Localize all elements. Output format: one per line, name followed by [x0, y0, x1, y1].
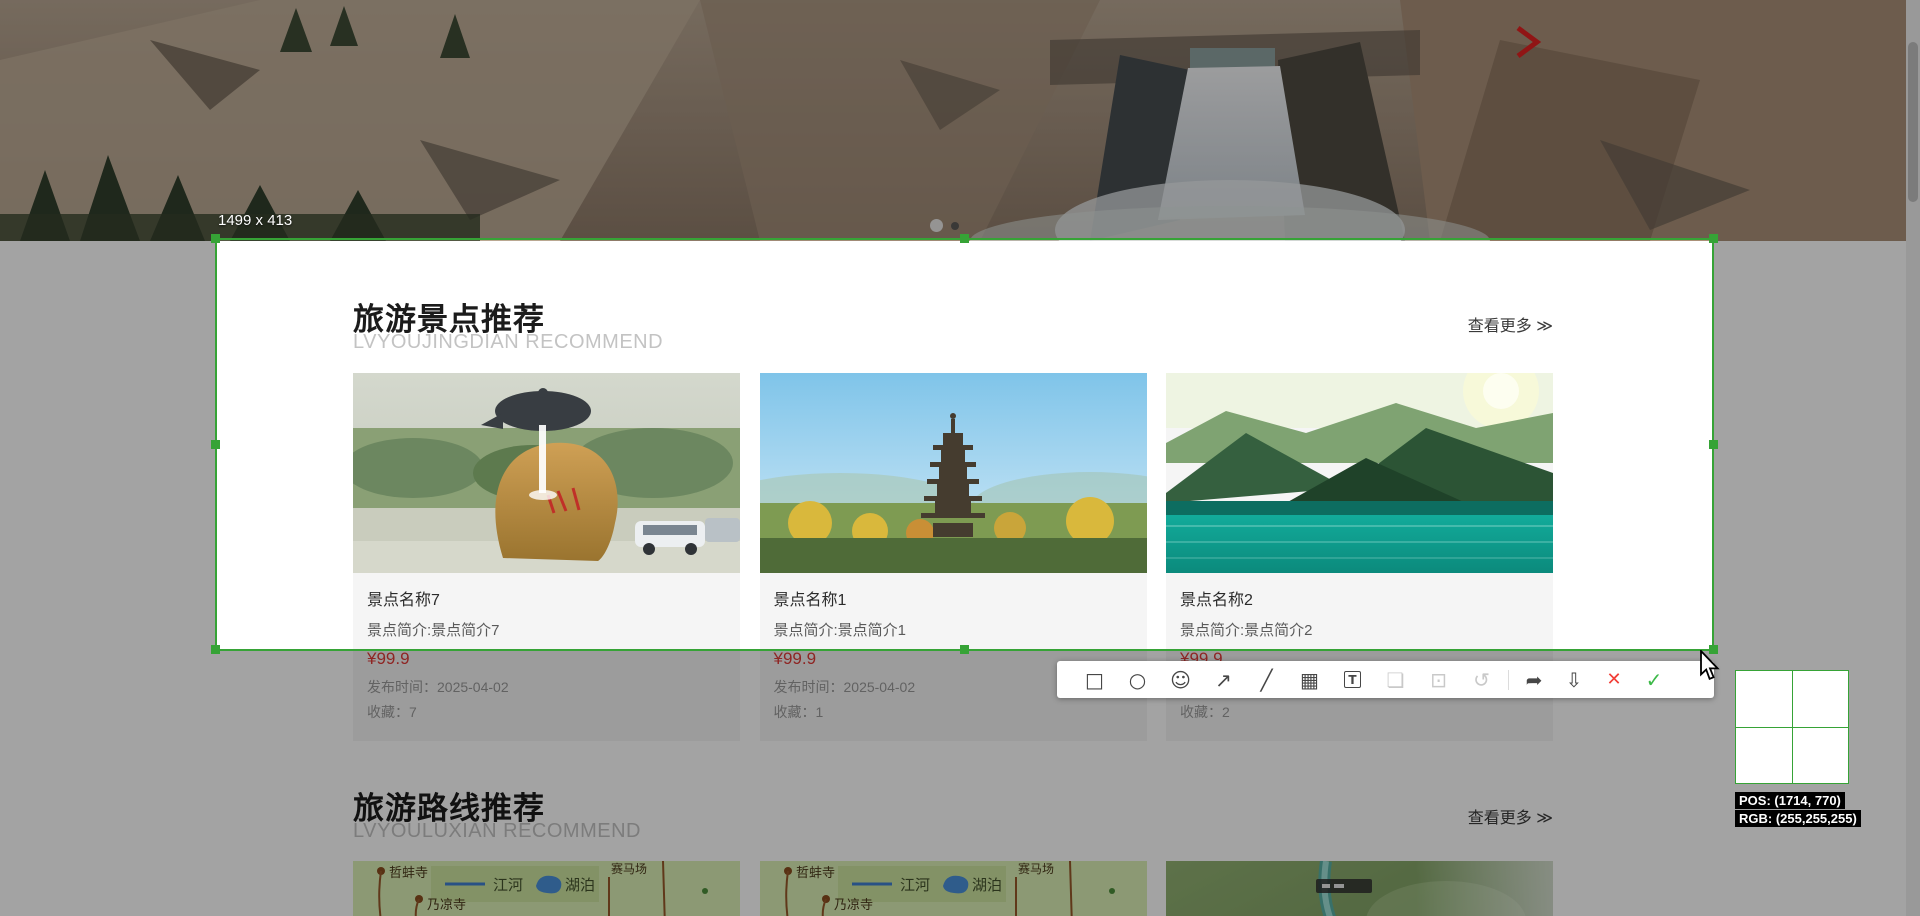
undo-icon: ↺	[1473, 667, 1490, 692]
check-icon: ✓	[1645, 667, 1663, 692]
magnifier-panel	[1735, 670, 1849, 784]
dim-overlay-right	[1712, 240, 1920, 650]
selection-handle-ne[interactable]	[1709, 234, 1718, 243]
selection-handle-e[interactable]	[1709, 440, 1718, 449]
share-button[interactable]: ➦	[1514, 661, 1554, 698]
dim-overlay-left	[0, 240, 216, 650]
toolbar-separator	[1508, 669, 1509, 690]
arrow-tool-button[interactable]: ↗	[1202, 661, 1245, 698]
selection-handle-s[interactable]	[960, 645, 969, 654]
magnifier-crosshair-h	[1736, 727, 1848, 728]
pixel-rgb-readout: RGB: (255,255,255)	[1735, 810, 1861, 827]
pen-icon: ╱	[1260, 667, 1273, 692]
save-button[interactable]: ⇩	[1554, 661, 1594, 698]
mouse-cursor	[1699, 648, 1721, 687]
selection-handle-n[interactable]	[960, 234, 969, 243]
cancel-button[interactable]: ✕	[1594, 661, 1634, 698]
text-tool-button[interactable]: T	[1331, 661, 1374, 698]
mosaic-icon: ▦	[1300, 667, 1319, 692]
ocr-icon: ⊡	[1430, 667, 1447, 692]
pin-tool-button[interactable]: ❏	[1374, 661, 1417, 698]
arrow-icon: ↗	[1215, 667, 1232, 692]
mosaic-tool-button[interactable]: ▦	[1288, 661, 1331, 698]
dim-overlay-top	[0, 0, 1920, 240]
capture-toolbar: □ ○ ☺ ↗ ╱ ▦ T ❏ ⊡ ↺ ➦ ⇩ ✕ ✓	[1057, 661, 1714, 698]
selection-handle-w[interactable]	[211, 440, 220, 449]
ocr-tool-button[interactable]: ⊡	[1417, 661, 1460, 698]
close-icon: ✕	[1606, 669, 1622, 690]
text-icon: T	[1344, 671, 1361, 688]
share-icon: ➦	[1525, 667, 1543, 692]
emoji-icon: ☺	[1170, 667, 1191, 692]
ellipse-icon: ○	[1128, 667, 1147, 692]
selection-handle-sw[interactable]	[211, 645, 220, 654]
screen: 旅游景点推荐 LVYOUJINGDIAN RECOMMEND 查看更多 ≫ 景点…	[0, 0, 1920, 916]
pen-tool-button[interactable]: ╱	[1245, 661, 1288, 698]
emoji-tool-button[interactable]: ☺	[1159, 661, 1202, 698]
ellipse-tool-button[interactable]: ○	[1116, 661, 1159, 698]
selection-size-label: 1499 x 413	[218, 212, 293, 229]
undo-button[interactable]: ↺	[1460, 661, 1503, 698]
selection-region[interactable]	[215, 238, 1714, 651]
confirm-button[interactable]: ✓	[1634, 661, 1674, 698]
cursor-position-readout: POS: (1714, 770)	[1735, 792, 1845, 809]
pin-icon: ❏	[1386, 667, 1405, 692]
rectangle-tool-button[interactable]: □	[1073, 661, 1116, 698]
download-icon: ⇩	[1565, 667, 1583, 692]
rectangle-icon: □	[1085, 667, 1104, 692]
selection-handle-nw[interactable]	[211, 234, 220, 243]
